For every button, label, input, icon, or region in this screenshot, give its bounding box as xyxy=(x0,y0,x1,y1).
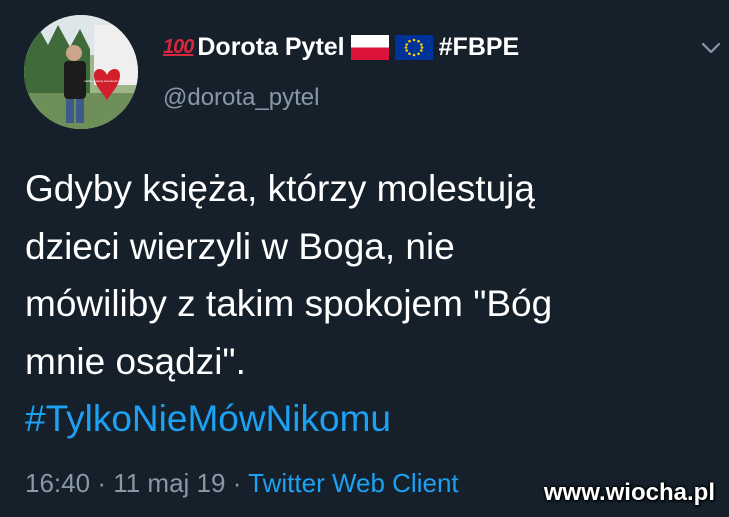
tweet-client-link[interactable]: Twitter Web Client xyxy=(248,468,458,498)
author-handle[interactable]: @dorota_pytel xyxy=(163,84,319,112)
meta-separator: · xyxy=(97,468,106,498)
tweet-date[interactable]: 11 maj 19 xyxy=(113,468,225,498)
tweet-text: Gdyby księża, którzy molestują dzieci wi… xyxy=(25,160,715,448)
tweet-text-line: dzieci wierzyli w Boga, nie xyxy=(25,225,455,267)
avatar-sign-text: walka o wolną świeckość państwa xyxy=(84,79,130,83)
eu-flag-icon xyxy=(394,34,433,60)
author-name-row[interactable]: 100 Dorota Pytel #FBPE xyxy=(163,30,519,64)
meta-separator: · xyxy=(232,468,242,498)
tweet-text-line: mnie osądzi". xyxy=(25,340,246,382)
avatar-photo: walka o wolną świeckość państwa xyxy=(24,15,138,129)
author-name[interactable]: Dorota Pytel xyxy=(197,33,344,62)
tweet-text-line: Gdyby księża, którzy molestują xyxy=(25,168,535,209)
chevron-down-icon[interactable] xyxy=(699,36,723,60)
avatar[interactable]: walka o wolną świeckość państwa xyxy=(24,15,138,129)
poland-flag-icon xyxy=(350,34,389,60)
tweet-meta: 16:40 · 11 maj 19 · Twitter Web Client xyxy=(25,468,459,499)
tweet-time[interactable]: 16:40 xyxy=(25,468,90,498)
watermark: www.wiocha.pl xyxy=(543,479,715,506)
tweet-text-line: mówiliby z takim spokojem "Bóg xyxy=(25,283,553,324)
hundred-points-emoji: 100 xyxy=(163,35,194,58)
author-hashtag-badge: #FBPE xyxy=(438,32,520,61)
hashtag-link[interactable]: #TylkoNieMówNikomu xyxy=(25,390,715,448)
